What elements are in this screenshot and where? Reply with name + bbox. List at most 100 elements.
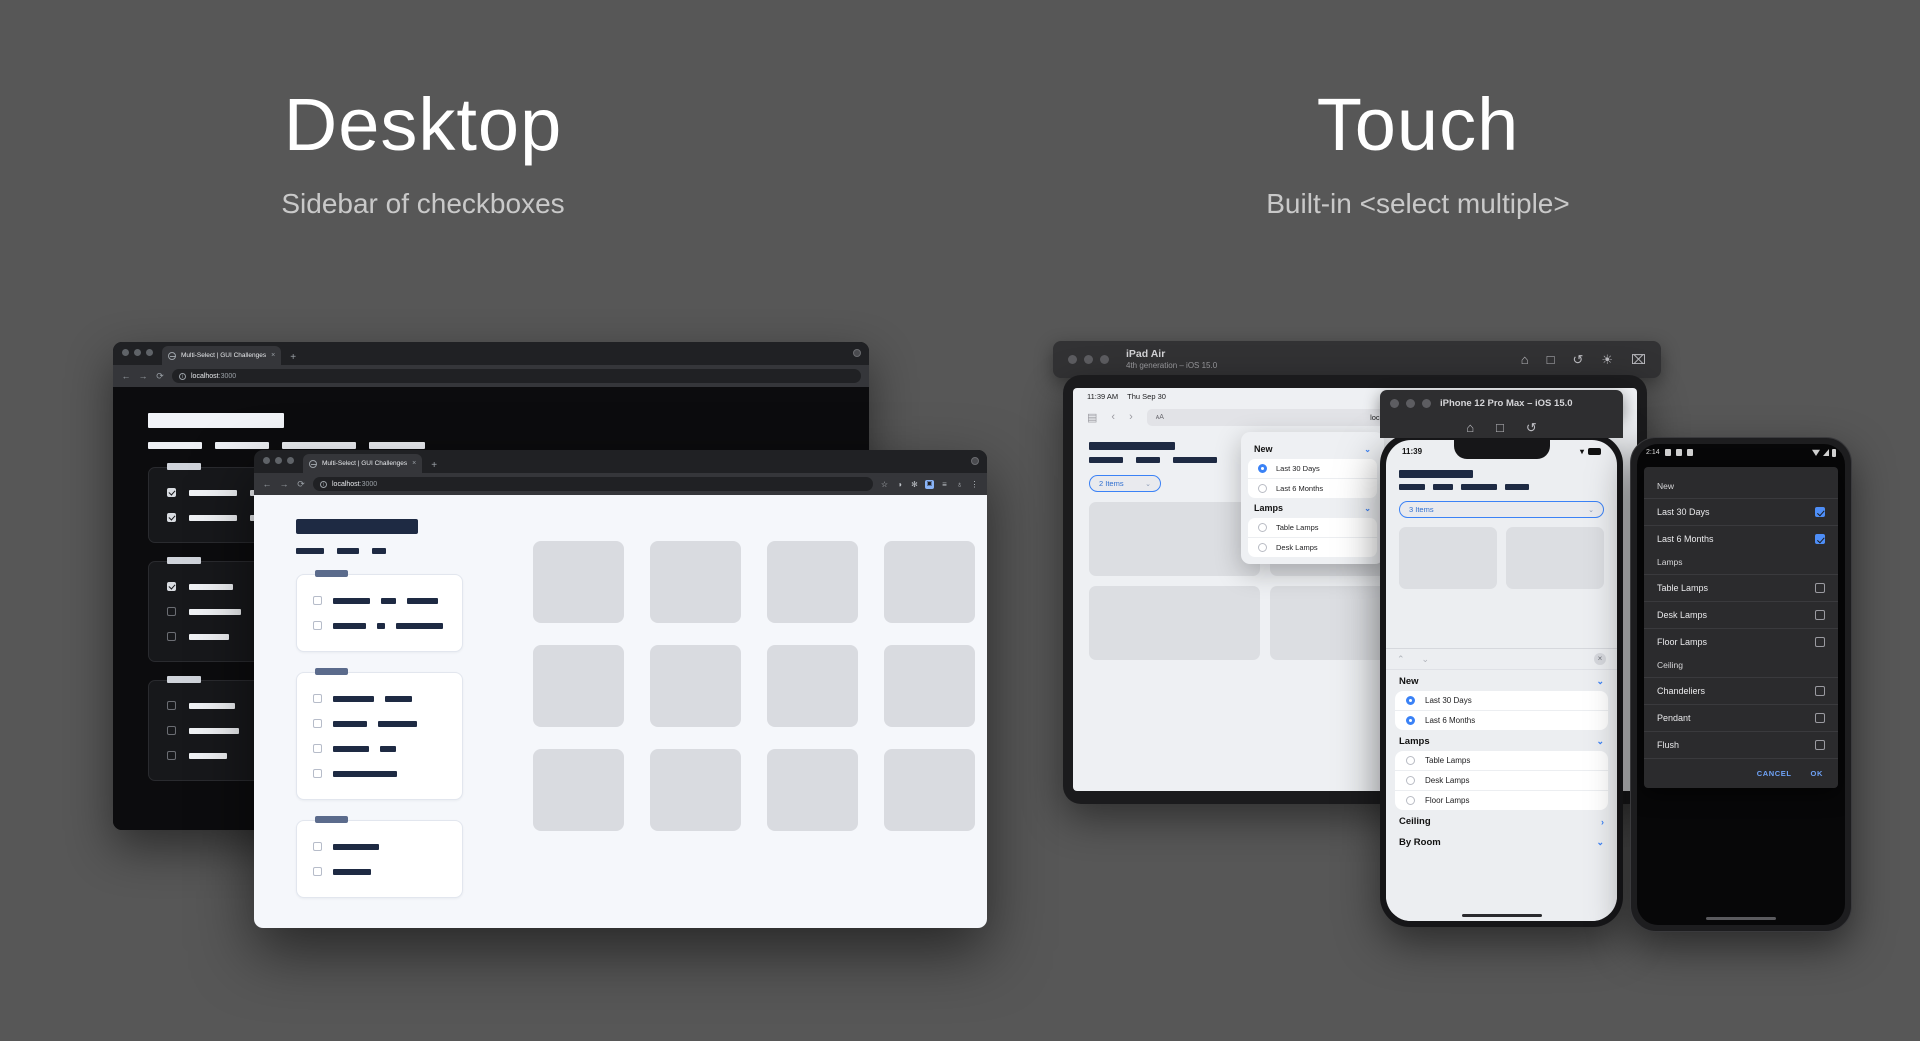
- option-group-header[interactable]: Ceiling ›: [1386, 810, 1617, 831]
- address-bar[interactable]: i localhost:3000: [313, 477, 873, 491]
- multi-select-trigger[interactable]: 2 Items ⌄: [1089, 475, 1161, 492]
- checkbox-row[interactable]: [297, 859, 462, 884]
- checkbox-icon[interactable]: [167, 513, 176, 522]
- keyboard-icon[interactable]: ⌧: [1631, 353, 1646, 366]
- result-card[interactable]: [884, 645, 975, 727]
- close-icon[interactable]: ×: [271, 352, 275, 359]
- checkbox-row[interactable]: [297, 613, 462, 638]
- option-row[interactable]: Chandeliers: [1644, 677, 1838, 704]
- back-icon[interactable]: ‹: [1111, 411, 1115, 423]
- checkbox-icon[interactable]: [1815, 637, 1825, 647]
- checkbox-icon[interactable]: [313, 719, 322, 728]
- checkbox-row[interactable]: [297, 686, 462, 711]
- result-card[interactable]: [1399, 527, 1497, 589]
- close-icon[interactable]: ×: [412, 460, 416, 467]
- option-row[interactable]: Last 6 Months: [1644, 525, 1838, 552]
- maximize-window-dot[interactable]: [1422, 398, 1431, 408]
- chevron-down-icon[interactable]: ⌄: [1596, 837, 1604, 848]
- site-info-icon[interactable]: i: [179, 372, 186, 380]
- forward-icon[interactable]: →: [279, 479, 289, 489]
- option-group-header[interactable]: By Room ⌄: [1386, 831, 1617, 852]
- checkbox-icon[interactable]: [313, 867, 322, 876]
- option-row[interactable]: Floor Lamps: [1395, 791, 1608, 810]
- checkbox-icon[interactable]: [1815, 740, 1825, 750]
- reload-icon[interactable]: ⟳: [155, 371, 165, 382]
- checkbox-icon[interactable]: [313, 596, 322, 605]
- cast-icon[interactable]: ▣: [925, 479, 934, 489]
- chevron-down-icon[interactable]: ⌄: [1596, 676, 1604, 687]
- site-info-icon[interactable]: i: [320, 480, 327, 488]
- option-row[interactable]: Last 6 Months: [1248, 479, 1377, 498]
- option-row[interactable]: Last 30 Days: [1644, 498, 1838, 525]
- new-tab-button[interactable]: +: [290, 352, 296, 365]
- radio-icon[interactable]: [1406, 716, 1415, 725]
- checkbox-row[interactable]: [297, 736, 462, 761]
- brightness-icon[interactable]: ☀: [1601, 353, 1613, 366]
- radio-icon[interactable]: [1258, 484, 1267, 493]
- forward-icon[interactable]: →: [138, 371, 148, 381]
- rotate-icon[interactable]: ↺: [1526, 421, 1537, 434]
- maximize-window-dot[interactable]: [1100, 355, 1109, 364]
- radio-icon[interactable]: [1258, 464, 1267, 473]
- checkbox-icon[interactable]: [167, 726, 176, 735]
- rotate-icon[interactable]: ↺: [1572, 353, 1583, 366]
- new-tab-button[interactable]: +: [431, 460, 437, 473]
- close-icon[interactable]: ×: [1594, 653, 1606, 665]
- checkbox-icon[interactable]: [1815, 686, 1825, 696]
- chevron-down-icon[interactable]: ⌄: [1422, 654, 1430, 665]
- chevron-down-icon[interactable]: ⌄: [1596, 736, 1604, 747]
- iphone-simulator[interactable]: iPhone 12 Pro Max – iOS 15.0 ⌂ □ ↺ 11:39…: [1380, 390, 1623, 927]
- radio-icon[interactable]: [1406, 756, 1415, 765]
- checkbox-icon[interactable]: [1815, 610, 1825, 620]
- checkbox-icon[interactable]: [167, 701, 176, 710]
- close-window-dot[interactable]: [1068, 355, 1077, 364]
- option-row[interactable]: Last 6 Months: [1395, 711, 1608, 730]
- option-row[interactable]: Desk Lamps: [1644, 601, 1838, 628]
- result-card[interactable]: [650, 645, 741, 727]
- close-window-dot[interactable]: [1390, 398, 1399, 408]
- close-window-dot[interactable]: [263, 456, 270, 464]
- address-bar[interactable]: i localhost:3000: [172, 369, 861, 383]
- checkbox-group-card[interactable]: [296, 570, 463, 652]
- option-row[interactable]: Last 30 Days: [1395, 691, 1608, 711]
- window-traffic-lights[interactable]: [263, 450, 294, 473]
- cancel-button[interactable]: CANCEL: [1757, 769, 1792, 778]
- desktop-browser-window-light[interactable]: Multi-Select | GUI Challenges × + ← → ⟳ …: [254, 450, 987, 928]
- minimize-window-dot[interactable]: [1084, 355, 1093, 364]
- kebab-icon[interactable]: ⋮: [970, 480, 979, 489]
- radio-icon[interactable]: [1406, 696, 1415, 705]
- result-card[interactable]: [1089, 586, 1260, 660]
- window-traffic-lights[interactable]: [1390, 398, 1431, 408]
- ok-button[interactable]: OK: [1811, 769, 1823, 778]
- checkbox-icon[interactable]: [167, 607, 176, 616]
- chevron-down-icon[interactable]: ⌄: [1364, 445, 1371, 454]
- gear-icon[interactable]: [971, 457, 979, 465]
- back-icon[interactable]: ←: [121, 371, 131, 381]
- chevron-up-icon[interactable]: ⌃: [1397, 654, 1405, 665]
- radio-icon[interactable]: [1258, 543, 1267, 552]
- checkbox-icon[interactable]: [1815, 534, 1825, 544]
- checkbox-row[interactable]: [297, 711, 462, 736]
- mic-icon[interactable]: ♁: [955, 480, 964, 489]
- checkbox-icon[interactable]: [313, 842, 322, 851]
- maximize-window-dot[interactable]: [146, 348, 153, 356]
- radio-icon[interactable]: [1406, 776, 1415, 785]
- checkbox-icon[interactable]: [167, 632, 176, 641]
- result-card[interactable]: [533, 541, 624, 623]
- result-card[interactable]: [1506, 527, 1604, 589]
- result-card[interactable]: [767, 541, 858, 623]
- option-row[interactable]: Desk Lamps: [1395, 771, 1608, 791]
- android-device[interactable]: 2:14 New Last 30 Days Last 6 Months Lamp…: [1630, 437, 1852, 932]
- option-row[interactable]: Desk Lamps: [1248, 538, 1377, 557]
- checkbox-icon[interactable]: [167, 751, 176, 760]
- home-icon[interactable]: ⌂: [1521, 353, 1529, 366]
- checkbox-icon[interactable]: [167, 582, 176, 591]
- checkbox-icon[interactable]: [167, 488, 176, 497]
- iphone-select-sheet[interactable]: ⌃ ⌄ × New ⌄ Last 30 Days Last 6 Months L…: [1386, 648, 1617, 921]
- minimize-window-dot[interactable]: [275, 456, 282, 464]
- checkbox-row[interactable]: [297, 834, 462, 859]
- checkbox-icon[interactable]: [313, 694, 322, 703]
- option-row[interactable]: Table Lamps: [1248, 518, 1377, 538]
- option-row[interactable]: Floor Lamps: [1644, 628, 1838, 655]
- checkbox-icon[interactable]: [313, 744, 322, 753]
